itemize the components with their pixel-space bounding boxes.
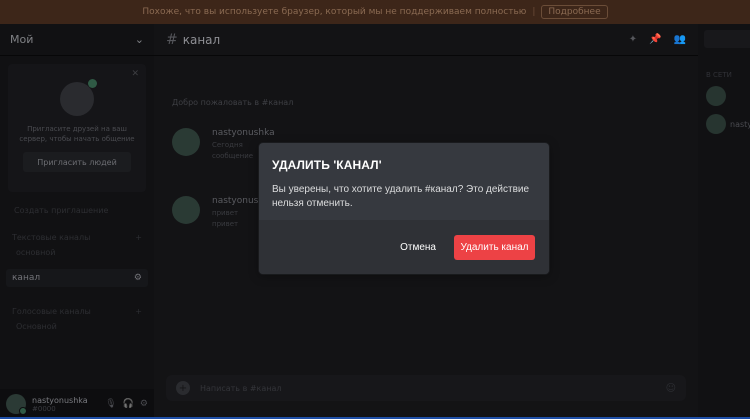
dialog-footer: Отмена Удалить канал	[259, 220, 549, 274]
banner-learn-more-button[interactable]: Подробнее	[541, 5, 608, 19]
dialog-title: УДАЛИТЬ 'КАНАЛ'	[272, 158, 382, 172]
browser-warning-banner: Похоже, что вы используете браузер, кото…	[0, 0, 750, 24]
dialog-message: Вы уверены, что хотите удалить #канал? Э…	[272, 184, 530, 209]
banner-separator: |	[532, 7, 536, 17]
delete-channel-button[interactable]: Удалить канал	[454, 234, 535, 260]
banner-text: Похоже, что вы используете браузер, кото…	[142, 7, 527, 17]
delete-channel-dialog: УДАЛИТЬ 'КАНАЛ' Вы уверены, что хотите у…	[259, 143, 549, 274]
cancel-button[interactable]: Отмена	[396, 236, 440, 259]
